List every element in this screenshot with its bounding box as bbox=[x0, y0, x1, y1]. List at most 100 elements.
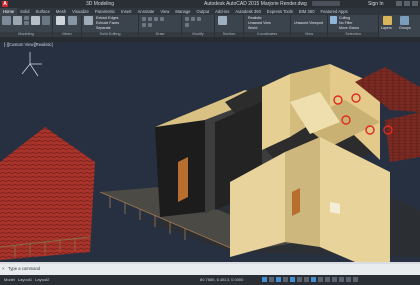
annotation-scale-icon[interactable] bbox=[318, 277, 323, 282]
box-icon[interactable] bbox=[2, 16, 11, 25]
groups-icon[interactable] bbox=[400, 16, 409, 25]
panel-draw: Draw bbox=[139, 15, 182, 37]
minimize-button[interactable] bbox=[396, 1, 402, 6]
panel-section: Section bbox=[215, 15, 244, 37]
app-logo[interactable]: A bbox=[2, 1, 8, 7]
polar-icon[interactable] bbox=[290, 277, 295, 282]
layers-icon[interactable] bbox=[383, 16, 392, 25]
drawing-viewport[interactable] bbox=[0, 42, 420, 277]
tab-annotate[interactable]: Annotate bbox=[135, 8, 158, 15]
roof-left bbox=[0, 127, 95, 260]
world-dropdown[interactable]: World bbox=[248, 26, 257, 30]
window-controls bbox=[396, 1, 418, 6]
tab-insert[interactable]: Insert bbox=[118, 8, 134, 15]
copy-icon[interactable] bbox=[197, 17, 201, 21]
presspull-icon[interactable] bbox=[24, 16, 29, 20]
status-toggles bbox=[262, 277, 358, 282]
extrude-faces-button[interactable]: Extrude Faces bbox=[96, 21, 119, 25]
title-bar: A 3D Modeling Autodesk AutoCAD 2015 Marj… bbox=[0, 0, 420, 8]
lineweight-icon[interactable] bbox=[311, 277, 316, 282]
no-filter-dropdown[interactable]: No Filter bbox=[339, 21, 353, 25]
tab-parametric[interactable]: Parametric bbox=[92, 8, 118, 15]
slice-icon[interactable] bbox=[84, 16, 93, 25]
hatch-icon[interactable] bbox=[148, 23, 152, 27]
panel-view: Unsaved Viewport View bbox=[291, 15, 328, 37]
move-icon[interactable] bbox=[185, 17, 189, 21]
tab-view[interactable]: View bbox=[157, 8, 172, 15]
search-input[interactable] bbox=[312, 1, 340, 6]
rotate-icon[interactable] bbox=[191, 17, 195, 21]
mesh-box-icon[interactable] bbox=[68, 16, 77, 25]
tab-bim-360[interactable]: BIM 360 bbox=[296, 8, 318, 15]
unsaved-view-dropdown[interactable]: Unsaved View bbox=[248, 21, 271, 25]
status-bar: Model Layout1 Layout2 80.7686, 6.4813, 0… bbox=[0, 275, 420, 285]
separate-button[interactable]: Separate bbox=[96, 26, 111, 30]
clean-screen-icon[interactable] bbox=[346, 277, 351, 282]
isolate-icon[interactable] bbox=[332, 277, 337, 282]
osnap-icon[interactable] bbox=[297, 277, 302, 282]
polysolid-icon[interactable] bbox=[24, 21, 29, 25]
extrude-icon[interactable] bbox=[13, 16, 22, 25]
command-line[interactable]: × Type a command bbox=[0, 264, 420, 275]
mirror-icon[interactable] bbox=[185, 23, 189, 27]
tab-layout2[interactable]: Layout2 bbox=[35, 277, 49, 282]
groups-button[interactable]: Groups bbox=[399, 26, 411, 30]
tab-home[interactable]: Home bbox=[0, 8, 18, 15]
workspace-gear-icon[interactable] bbox=[325, 277, 330, 282]
viewport-controls-label[interactable]: [-][Custom View][Realistic] bbox=[4, 42, 53, 48]
door-left bbox=[178, 157, 188, 202]
move-gizmo-dropdown[interactable]: Move Gizmo bbox=[339, 26, 359, 30]
grid-icon[interactable] bbox=[269, 277, 274, 282]
ribbon: Modeling Mesh Extract Edges Extrude Face… bbox=[0, 15, 420, 37]
door-center bbox=[292, 188, 300, 216]
tab-output[interactable]: Output bbox=[194, 8, 213, 15]
otrack-icon[interactable] bbox=[304, 277, 309, 282]
rectangle-icon[interactable] bbox=[142, 23, 146, 27]
brick-wall-right bbox=[385, 112, 420, 162]
house-model bbox=[0, 52, 420, 277]
tab-mesh[interactable]: Mesh bbox=[53, 8, 69, 15]
culling-icon[interactable] bbox=[330, 16, 337, 24]
wall-front-center-side bbox=[285, 137, 320, 247]
section-plane-icon[interactable] bbox=[218, 16, 227, 25]
snap-icon[interactable] bbox=[276, 277, 281, 282]
model-space-icon[interactable] bbox=[262, 277, 267, 282]
tab-express-tools[interactable]: Express Tools bbox=[264, 8, 296, 15]
close-icon[interactable]: × bbox=[2, 266, 5, 271]
culling-button[interactable]: Culling bbox=[339, 16, 350, 20]
tab-manage[interactable]: Manage bbox=[172, 8, 193, 15]
ortho-icon[interactable] bbox=[283, 277, 288, 282]
customize-icon[interactable] bbox=[353, 277, 358, 282]
window-right bbox=[330, 202, 340, 214]
hardware-accel-icon[interactable] bbox=[339, 277, 344, 282]
close-button[interactable] bbox=[412, 1, 418, 6]
realistic-dropdown[interactable]: Realistic bbox=[248, 16, 262, 20]
tab-add-ins[interactable]: Add-ins bbox=[212, 8, 232, 15]
panel-mesh: Mesh bbox=[53, 15, 82, 37]
maximize-button[interactable] bbox=[404, 1, 410, 6]
unsaved-viewport-dropdown[interactable]: Unsaved Viewport bbox=[294, 21, 323, 25]
tab-visualize[interactable]: Visualize bbox=[69, 8, 92, 15]
arc-icon[interactable] bbox=[160, 17, 164, 21]
wall-a bbox=[262, 74, 290, 150]
polyline-icon[interactable] bbox=[148, 17, 152, 21]
extract-edges-button[interactable]: Extract Edges bbox=[96, 16, 118, 20]
window-title: Autodesk AutoCAD 2015 Marjorie Render.dw… bbox=[204, 1, 307, 7]
union-icon[interactable] bbox=[42, 16, 50, 25]
mesh-sphere-icon[interactable] bbox=[56, 16, 65, 25]
workspace-selector[interactable]: 3D Modeling bbox=[86, 0, 114, 8]
tab-model[interactable]: Model bbox=[4, 277, 15, 282]
line-icon[interactable] bbox=[142, 17, 146, 21]
circle-icon[interactable] bbox=[154, 17, 158, 21]
tab-layout1[interactable]: Layout1 bbox=[18, 277, 32, 282]
tab-autodesk-360[interactable]: Autodesk 360 bbox=[232, 8, 264, 15]
tab-surface[interactable]: Surface bbox=[32, 8, 52, 15]
panel-modify: Modify bbox=[182, 15, 215, 37]
tab-solid[interactable]: Solid bbox=[17, 8, 32, 15]
smooth-object-icon[interactable] bbox=[31, 16, 40, 25]
panel-layers-groups: Layers Groups bbox=[379, 15, 420, 37]
command-input[interactable]: Type a command bbox=[8, 266, 40, 271]
tab-featured-apps[interactable]: Featured Apps bbox=[318, 8, 351, 15]
layers-button[interactable]: Layers bbox=[381, 26, 392, 30]
sign-in-link[interactable]: Sign In bbox=[368, 0, 384, 8]
